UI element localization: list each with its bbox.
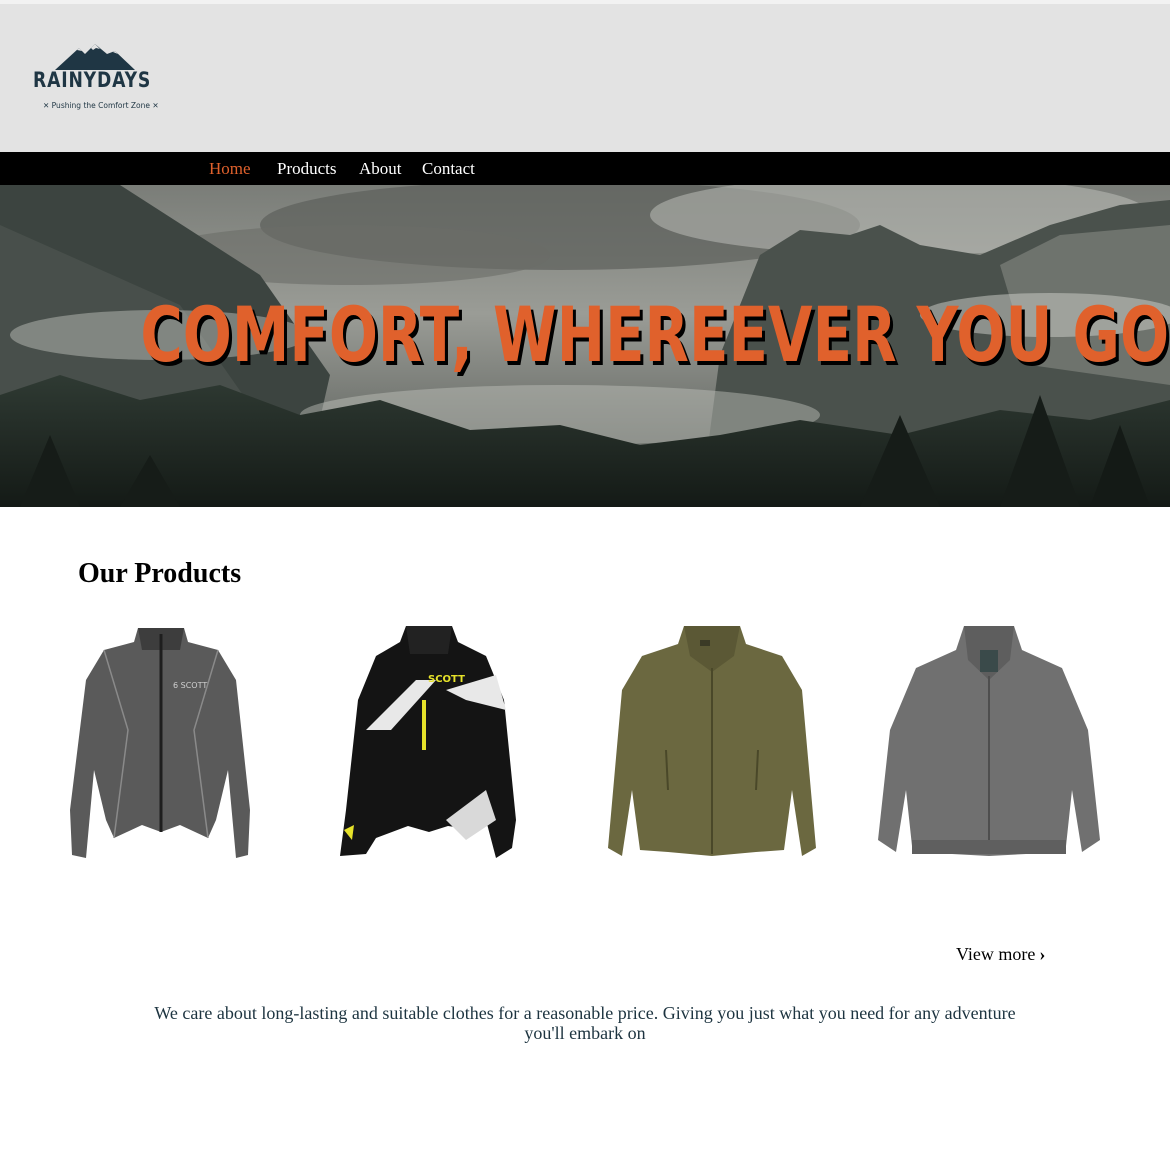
svg-text:SCOTT: SCOTT (428, 674, 465, 685)
brand-logo[interactable]: RAINYDAYS ✕ Pushing the Comfort Zone ✕ (33, 42, 163, 118)
nav-products[interactable]: Products (277, 159, 337, 179)
product-card[interactable]: SCOTT (336, 620, 522, 865)
svg-text:6 SCOTT: 6 SCOTT (173, 681, 207, 690)
main-nav: Home Products About Contact (0, 152, 1170, 185)
grey-bomber-jacket-image (878, 626, 1100, 856)
black-motocross-jacket-image: SCOTT (340, 626, 516, 858)
grey-running-jacket-image: 6 SCOTT (70, 628, 250, 858)
brand-name: RAINYDAYS (33, 68, 152, 92)
hero-banner: COMFORT, WHEREEVER YOU GO (0, 185, 1170, 507)
nav-home[interactable]: Home (209, 159, 251, 179)
product-card[interactable] (876, 620, 1102, 865)
product-card[interactable] (606, 620, 818, 865)
hero-title: COMFORT, WHEREEVER YOU GO (140, 290, 1170, 379)
view-more-link[interactable]: View more › (956, 944, 1045, 965)
olive-fleece-jacket-image (608, 626, 816, 856)
nav-about[interactable]: About (359, 159, 402, 179)
nav-contact[interactable]: Contact (422, 159, 475, 179)
site-header: RAINYDAYS ✕ Pushing the Comfort Zone ✕ (0, 4, 1170, 152)
view-more-label: View more (956, 944, 1036, 964)
about-text: We care about long-lasting and suitable … (154, 1003, 1016, 1043)
chevron-right-icon: › (1039, 944, 1046, 964)
brand-tagline: ✕ Pushing the Comfort Zone ✕ (43, 101, 159, 110)
products-heading: Our Products (78, 558, 242, 589)
product-card[interactable]: 6 SCOTT (68, 620, 254, 865)
